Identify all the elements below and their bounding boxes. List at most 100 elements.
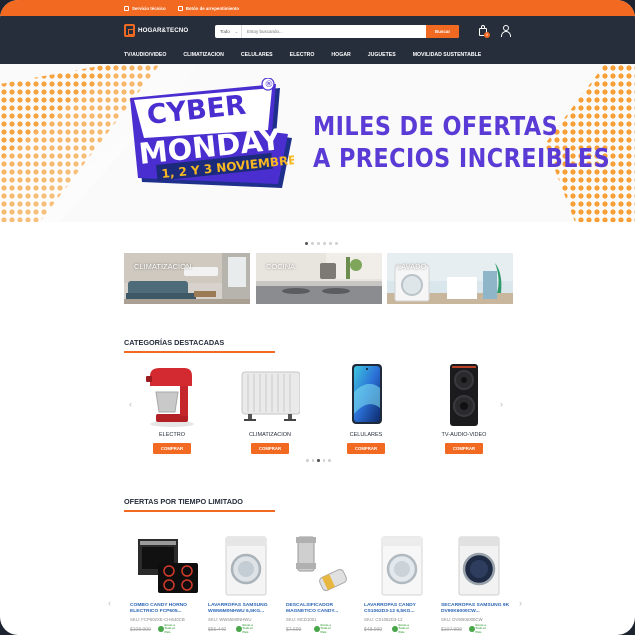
search-input[interactable]	[242, 29, 426, 34]
wrench-icon	[124, 5, 129, 11]
carousel-dot[interactable]	[322, 459, 325, 462]
offer-card[interactable]: LAVARROPAS SAMSUNG WW65M0NHWU 6,5KG... S…	[208, 533, 284, 635]
shipping-icon	[158, 626, 164, 632]
living-room-image	[124, 253, 250, 304]
hero-dot-pattern-right	[545, 64, 635, 222]
carousel-dot[interactable]	[311, 242, 314, 245]
featured-title-underline	[124, 351, 275, 353]
shipping-badge: Envío a Todo el País	[314, 624, 336, 634]
service-link-label: Servicio técnico	[132, 5, 166, 11]
offer-sku: SKU: MCD1001	[286, 617, 317, 622]
offers-next-arrow[interactable]: ›	[519, 598, 522, 608]
search-button[interactable]: Buscar	[426, 25, 459, 38]
offer-name[interactable]: COMBO CANDY HORNO ELECTRICO FCP605...	[130, 603, 208, 615]
offer-name[interactable]: SECARROPAS SAMSUNG 9K DV90K6000CW...	[441, 603, 519, 615]
hero-banner[interactable]	[0, 64, 635, 222]
return-icon	[177, 5, 183, 11]
featured-buy-button-climatizacion[interactable]: COMPRAR	[251, 443, 289, 454]
nav-celulares[interactable]: CELULARES	[241, 52, 273, 58]
offer-old-price: $48.999	[364, 627, 383, 633]
carousel-dot[interactable]	[335, 242, 338, 245]
site-header: HOGAR&TECNO Todo ⌄ Buscar 0 TV/AUDIO/VID…	[0, 16, 635, 64]
speaker-image	[450, 364, 478, 426]
offer-old-price: $55.449	[208, 627, 227, 633]
nav-tv-audio-video[interactable]: TV/AUDIO/VIDEO	[124, 52, 166, 58]
hero-carousel-dots	[305, 242, 338, 245]
search-category-value: Todo	[220, 29, 230, 34]
shipping-badge: Envío a Todo el País	[158, 624, 180, 634]
featured-carousel-dots	[306, 459, 331, 462]
featured-categories-title: CATEGORÍAS DESTACADAS	[124, 338, 225, 347]
carousel-dot[interactable]	[317, 242, 320, 245]
carousel-dot[interactable]	[329, 242, 332, 245]
heater-image	[241, 371, 300, 421]
logo-icon	[124, 24, 135, 37]
tile-lavado[interactable]: LAVADO	[387, 253, 513, 304]
nav-electro[interactable]: ELECTRO	[290, 52, 315, 58]
carousel-dot[interactable]	[328, 459, 331, 462]
logo-text: HOGAR&TECNO	[138, 27, 189, 34]
shipping-icon	[392, 626, 398, 632]
carousel-dot[interactable]	[311, 459, 314, 462]
nav-hogar[interactable]: HOGAR	[331, 52, 350, 58]
top-bar: Servicio técnico Botón de arrepentimient…	[0, 0, 635, 16]
search-bar: Todo ⌄ Buscar	[215, 25, 459, 38]
regret-link[interactable]: Botón de arrepentimiento	[177, 5, 239, 11]
tile-climatizacion[interactable]: CLIMATIZACIÓN	[124, 253, 250, 304]
offer-old-price: $7.699	[286, 627, 302, 633]
washing-machine-image	[381, 536, 423, 596]
featured-buy-button-electro[interactable]: COMPRAR	[153, 443, 191, 454]
search-category-select[interactable]: Todo ⌄	[215, 25, 242, 38]
offer-name[interactable]: DESCALSIFICADOR MAGNETICO CANDY...	[286, 603, 364, 615]
featured-name-celulares: CELULARES	[349, 432, 383, 438]
tile-label-lavado: LAVADO	[397, 262, 427, 271]
nav-movilidad-sustentable[interactable]: MOVILIDAD SUSTENTABLE	[413, 52, 482, 58]
offer-sku: SKU: FCP602XE-CHI640CB	[130, 617, 185, 622]
nav-climatizacion[interactable]: CLIMATIZACION	[183, 52, 224, 58]
featured-card-celulares[interactable]: CELULARES COMPRAR	[326, 362, 406, 457]
kitchen-image	[256, 253, 382, 304]
offer-card[interactable]: DESCALSIFICADOR MAGNETICO CANDY... SKU: …	[286, 533, 362, 635]
offer-card[interactable]: LAVARROPAS CANDY CS1062D3-12 6,5KG... SK…	[364, 533, 440, 635]
offer-card[interactable]: SECARROPAS SAMSUNG 9K DV90K6000CW... SKU…	[441, 533, 517, 635]
cart-button[interactable]: 0	[478, 25, 490, 38]
featured-card-tv-audio-video[interactable]: TV-AUDIO-VIDEO COMPRAR	[424, 362, 504, 457]
washing-machine-image	[225, 536, 267, 596]
carousel-dot[interactable]	[306, 459, 309, 462]
carousel-dot[interactable]	[317, 459, 320, 462]
tile-cocina[interactable]: COCINA	[256, 253, 382, 304]
logo[interactable]: HOGAR&TECNO	[124, 24, 188, 37]
shipping-badge: Envío a Todo el País	[392, 624, 414, 634]
smartphone-image	[352, 364, 382, 424]
account-button[interactable]	[500, 25, 512, 37]
shipping-text: Envío a Todo el País	[164, 623, 175, 634]
main-nav: TV/AUDIO/VIDEO CLIMATIZACION CELULARES E…	[124, 52, 498, 58]
service-link[interactable]: Servicio técnico	[124, 5, 166, 11]
offer-old-price: $108.999	[130, 627, 151, 633]
featured-buy-button-tv-audio-video[interactable]: COMPRAR	[445, 443, 483, 454]
cart-count-badge: 0	[484, 32, 490, 38]
hero-headline-1: MILES DE OFERTAS	[313, 112, 559, 142]
chevron-down-icon: ⌄	[234, 29, 239, 34]
featured-buy-button-celulares[interactable]: COMPRAR	[347, 443, 385, 454]
user-icon-body	[501, 31, 511, 37]
shipping-text: Envío a Todo el País	[398, 623, 409, 634]
shipping-icon	[314, 626, 320, 632]
page: Servicio técnico Botón de arrepentimient…	[0, 0, 635, 635]
offer-name[interactable]: LAVARROPAS SAMSUNG WW65M0NHWU 6,5KG...	[208, 603, 286, 615]
hero-headline-2: A PRECIOS INCREIBLES	[313, 144, 611, 174]
carousel-dot[interactable]	[305, 242, 308, 245]
tile-label-climatizacion: CLIMATIZACIÓN	[134, 262, 192, 271]
shipping-icon	[236, 626, 242, 632]
nav-juguetes[interactable]: JUGUETES	[368, 52, 396, 58]
offers-prev-arrow[interactable]: ‹	[108, 598, 111, 608]
featured-card-electro[interactable]: ELECTRO COMPRAR	[132, 362, 212, 457]
shipping-badge: Envío a Todo el País	[469, 624, 491, 634]
laundry-image	[387, 253, 513, 304]
featured-card-climatizacion[interactable]: CLIMATIZACION COMPRAR	[230, 362, 310, 457]
offer-name[interactable]: LAVARROPAS CANDY CS1062D3-12 6,5KG...	[364, 603, 442, 615]
offer-card[interactable]: COMBO CANDY HORNO ELECTRICO FCP605... SK…	[130, 533, 206, 635]
offer-sku: SKU: CS1062D3-12	[364, 617, 403, 622]
carousel-dot[interactable]	[323, 242, 326, 245]
featured-name-tv-audio-video: TV-AUDIO-VIDEO	[441, 432, 487, 438]
